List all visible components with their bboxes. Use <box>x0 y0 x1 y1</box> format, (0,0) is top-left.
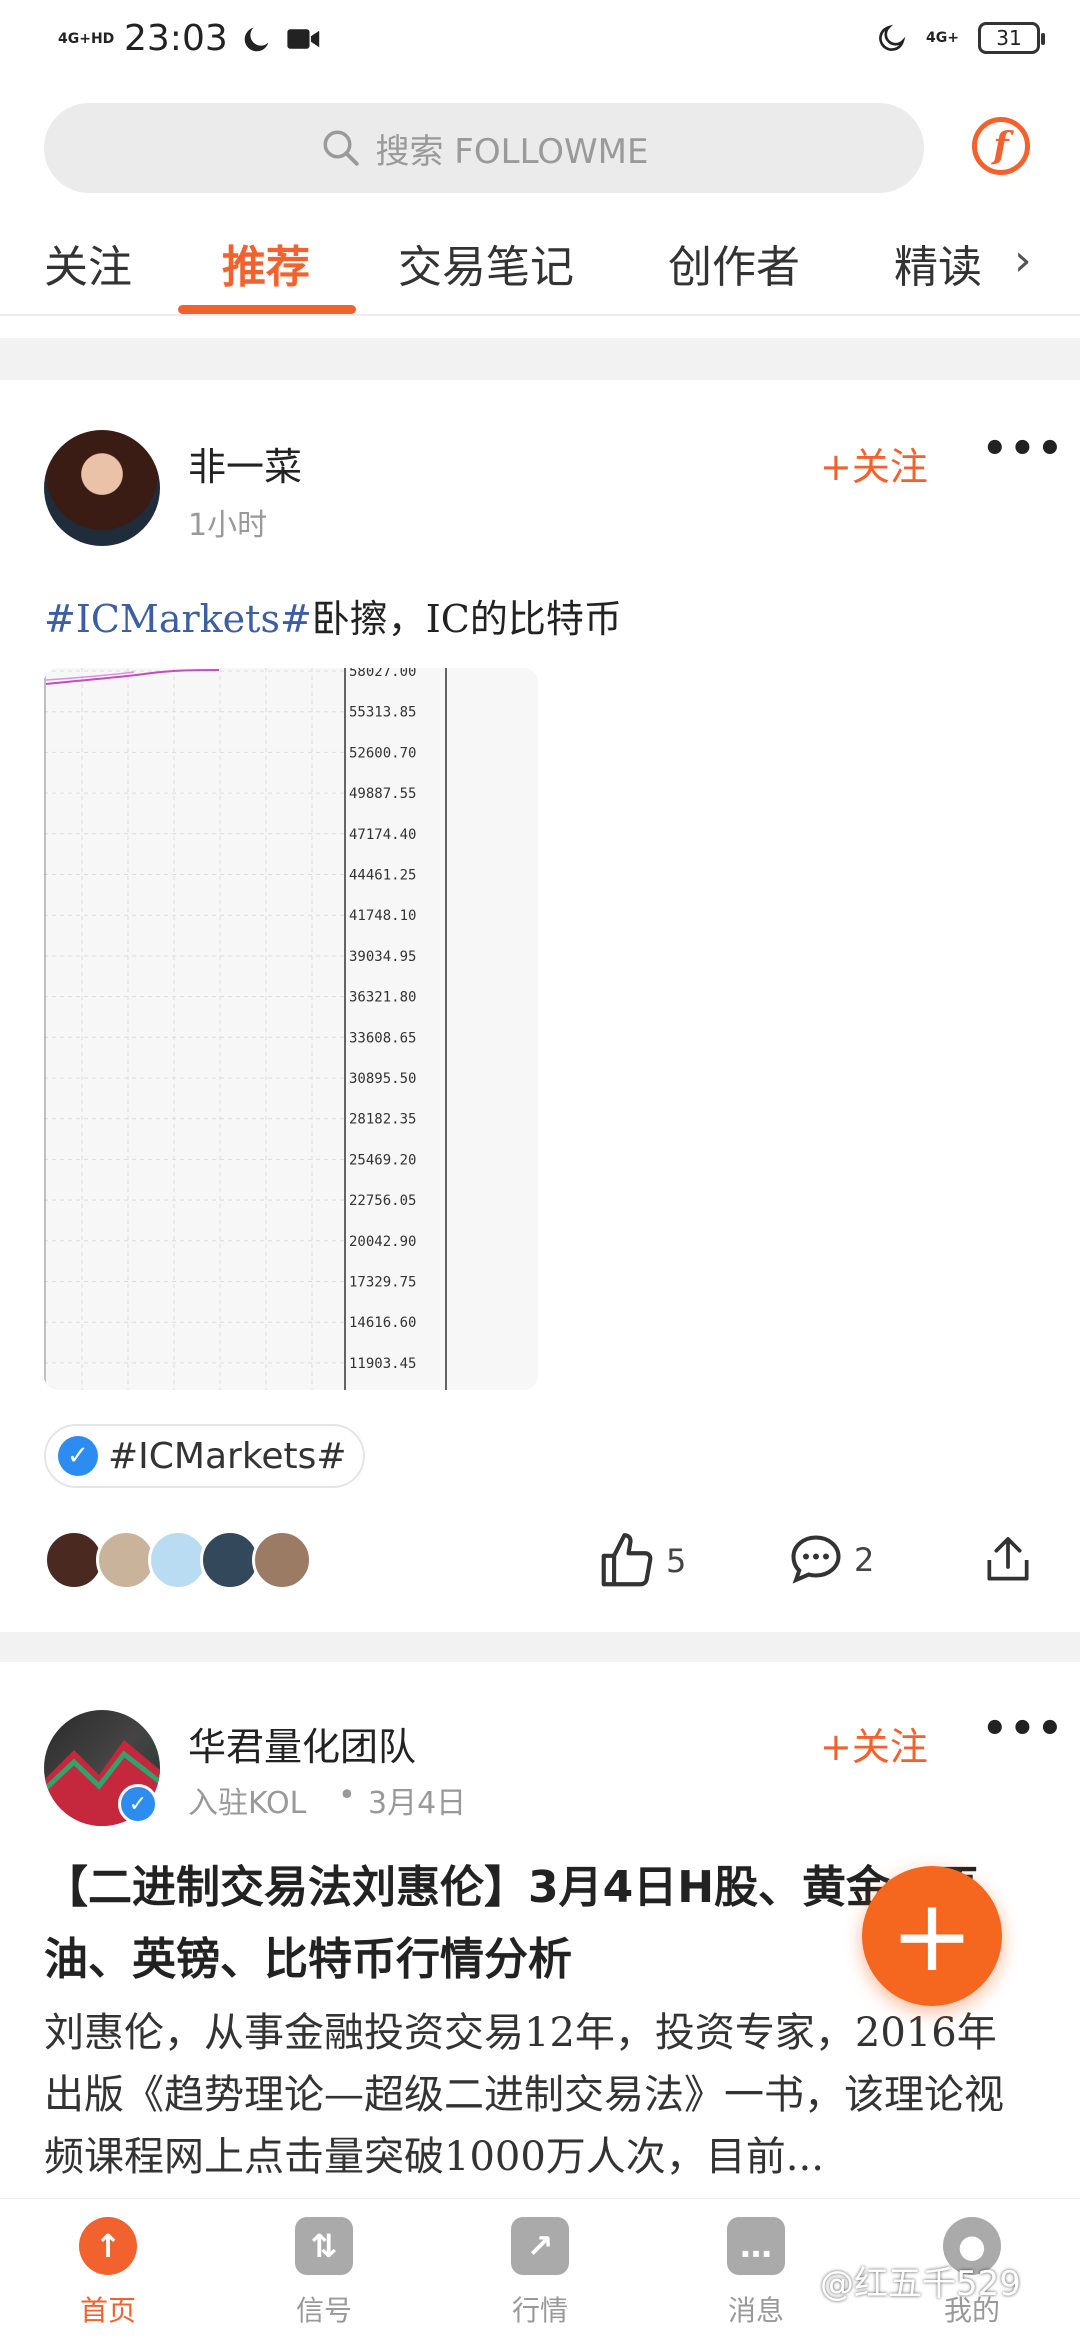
axis-tick-label: 49887.55 <box>349 786 416 802</box>
nav-label: 信号 <box>295 2294 352 2327</box>
post-body: 卧擦，IC的比特币 <box>311 597 622 641</box>
axis-tick-label: 28182.35 <box>349 1112 416 1128</box>
like-button[interactable]: 5 <box>596 1530 686 1592</box>
axis-tick-label: 47174.40 <box>349 827 416 843</box>
comment-count: 2 <box>854 1541 875 1579</box>
section-separator <box>0 338 1080 380</box>
more-options-icon[interactable]: ••• <box>982 1706 1065 1752</box>
axis-tick-label: 52600.70 <box>349 745 416 761</box>
liker-avatar[interactable] <box>148 1530 208 1590</box>
post-summary[interactable]: 刘惠伦，从事金融投资交易12年，投资专家，2016年出版《趋势理论—超级二进制交… <box>44 2002 1034 2188</box>
moon-icon <box>244 27 269 51</box>
tab-trading-notes[interactable]: 交易笔记 <box>398 231 574 295</box>
follow-button[interactable]: +关注 <box>820 1716 928 1771</box>
tab-recommended[interactable]: 推荐 <box>222 231 310 295</box>
liker-avatar[interactable] <box>252 1530 312 1590</box>
axis-tick-label: 14616.60 <box>349 1315 416 1331</box>
nav-signals[interactable]: ⇅ 信号 <box>264 2217 384 2329</box>
chart-screenshot-image[interactable]: 58027.00 55313.85 52600.70 49887.55 47174.40… <box>44 668 538 1390</box>
axis-tick-label: 58027.00 <box>349 668 416 680</box>
share-icon <box>987 1537 1029 1581</box>
followme-logo-icon[interactable]: f <box>972 117 1030 175</box>
search-placeholder: 搜索 FOLLOWME <box>375 131 649 172</box>
axis-tick-label: 33608.65 <box>349 1030 416 1046</box>
video-icon <box>287 28 319 49</box>
search-bar[interactable]: 搜索 FOLLOWME <box>44 103 924 193</box>
create-post-button[interactable]: + <box>862 1866 1002 2006</box>
nav-messages[interactable]: … 消息 <box>696 2217 816 2329</box>
status-bar: 4G+HD 23:03 4G+ 31 <box>0 0 1080 84</box>
moon-icon <box>879 24 906 51</box>
tab-creators[interactable]: 创作者 <box>668 231 800 295</box>
topic-chip[interactable]: ✓ #ICMarkets# <box>44 1424 365 1488</box>
axis-tick-label: 41748.10 <box>349 908 416 924</box>
post-text[interactable]: #ICMarkets#卧擦，IC的比特币 <box>44 588 622 643</box>
liker-avatar[interactable] <box>200 1530 260 1590</box>
verified-badge-icon: ✓ <box>58 1436 98 1476</box>
liker-avatar[interactable] <box>96 1530 156 1590</box>
axis-tick-label: 44461.25 <box>349 868 416 884</box>
market-icon: ↗ <box>511 2217 569 2275</box>
axis-tick-label: 39034.95 <box>349 949 416 965</box>
axis-tick-label: 11903.45 <box>349 1356 416 1372</box>
message-icon: … <box>727 2217 785 2275</box>
post-time: 1小时 <box>188 508 268 543</box>
avatar[interactable] <box>44 430 160 546</box>
axis-tick-label: 55313.85 <box>349 705 416 721</box>
follow-button[interactable]: +关注 <box>820 436 928 491</box>
post-author-name[interactable]: 华君量化团队 <box>188 1716 416 1771</box>
battery-indicator: 31 <box>978 22 1045 54</box>
author-badge: 入驻KOL <box>188 1786 307 1821</box>
comment-button[interactable]: 2 <box>786 1530 874 1590</box>
post-date: 3月4日 <box>368 1786 467 1821</box>
section-separator <box>0 1632 1080 1662</box>
feed-tabs: 关注 推荐 交易笔记 创作者 精读 › <box>0 225 1080 315</box>
post-author-name[interactable]: 非一菜 <box>188 436 302 491</box>
more-options-icon[interactable]: ••• <box>982 426 1065 472</box>
meta-separator: • <box>338 1778 356 1813</box>
axis-tick-label: 30895.50 <box>349 1071 416 1087</box>
clock: 23:03 <box>124 18 228 59</box>
network-indicator-right: 4G+ <box>926 30 959 46</box>
divider <box>0 314 1080 316</box>
watermark: @红五千529 <box>820 2264 1021 2304</box>
comment-icon <box>791 1535 841 1584</box>
thumbs-up-icon <box>601 1533 653 1587</box>
network-indicator: 4G+HD <box>58 30 115 47</box>
search-icon <box>323 130 359 166</box>
axis-tick-label: 36321.80 <box>349 990 416 1006</box>
axis-tick-label: 22756.05 <box>349 1193 416 1209</box>
nav-label: 行情 <box>511 2294 568 2327</box>
nav-label: 首页 <box>79 2294 136 2327</box>
like-count: 5 <box>666 1542 687 1580</box>
post-hashtag[interactable]: #ICMarkets# <box>44 597 312 641</box>
axis-tick-label: 25469.20 <box>349 1152 416 1168</box>
tab-featured[interactable]: 精读 <box>894 231 982 295</box>
signal-icon: ⇅ <box>295 2217 353 2275</box>
share-button[interactable] <box>980 1530 1036 1590</box>
tab-following[interactable]: 关注 <box>44 231 132 295</box>
active-tab-indicator <box>178 305 356 314</box>
topic-label: #ICMarkets# <box>108 1435 347 1477</box>
axis-tick-label: 17329.75 <box>349 1275 416 1291</box>
axis-tick-label: 20042.90 <box>349 1234 416 1250</box>
liker-avatar[interactable] <box>44 1530 104 1590</box>
verified-badge-icon: ✓ <box>118 1784 158 1824</box>
nav-home[interactable]: ↑ 首页 <box>48 2217 168 2329</box>
home-icon: ↑ <box>79 2217 137 2275</box>
nav-label: 消息 <box>727 2294 784 2327</box>
chevron-right-icon[interactable]: › <box>1014 235 1032 286</box>
nav-market[interactable]: ↗ 行情 <box>480 2217 600 2329</box>
